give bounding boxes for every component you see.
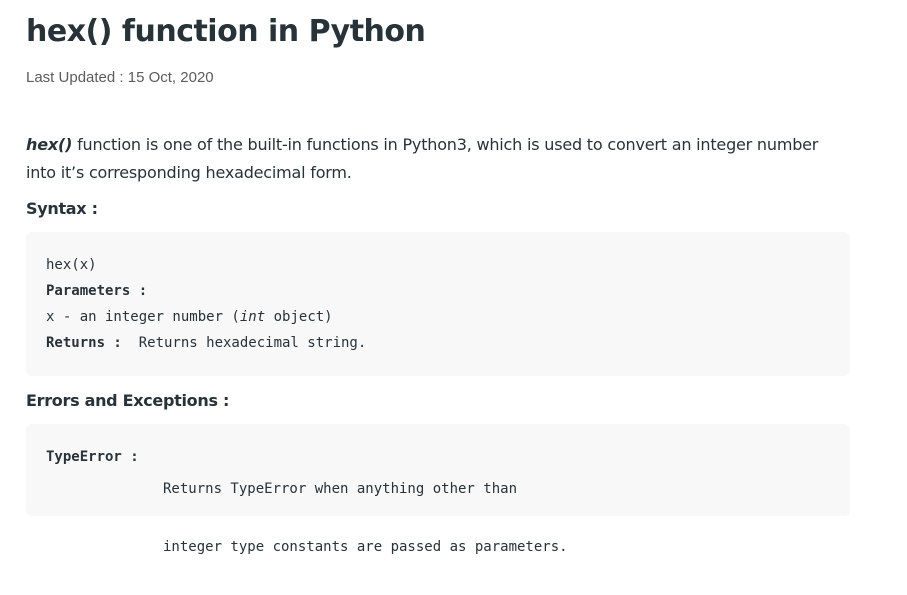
returns-label: Returns : — [46, 335, 122, 351]
syntax-heading: Syntax : — [26, 199, 98, 218]
syntax-signature: hex(x) — [46, 257, 97, 273]
intro-function-name: hex() — [26, 135, 73, 154]
error-label: TypeError : — [46, 449, 139, 465]
param-type: int — [239, 309, 266, 325]
errors-code-block: TypeError : Returns TypeError when anyth… — [26, 424, 850, 555]
parameters-label: Parameters : — [46, 283, 148, 299]
intro-paragraph: hex() function is one of the built-in fu… — [26, 131, 836, 187]
error-line-1: Returns TypeError when anything other th… — [163, 481, 518, 497]
page-title: hex() function in Python — [26, 14, 426, 49]
error-description: Returns TypeError when anything other th… — [163, 447, 568, 595]
error-row: TypeError : Returns TypeError when anyth… — [46, 447, 850, 595]
returns-line: Returns : Returns hexadecimal string. — [46, 333, 850, 359]
param-suffix: object) — [265, 309, 333, 325]
parameter-description: x - an integer number (int object) — [46, 307, 850, 333]
errors-heading: Errors and Exceptions : — [26, 391, 230, 410]
param-prefix: x - an integer number ( — [46, 309, 240, 325]
intro-text: function is one of the built-in function… — [26, 135, 819, 182]
last-updated-date: Last Updated : 15 Oct, 2020 — [26, 69, 214, 86]
error-line-2: integer type constants are passed as par… — [163, 539, 568, 555]
returns-text: Returns hexadecimal string. — [121, 335, 367, 351]
syntax-code-block: hex(x) Parameters : x - an integer numbe… — [26, 232, 850, 376]
